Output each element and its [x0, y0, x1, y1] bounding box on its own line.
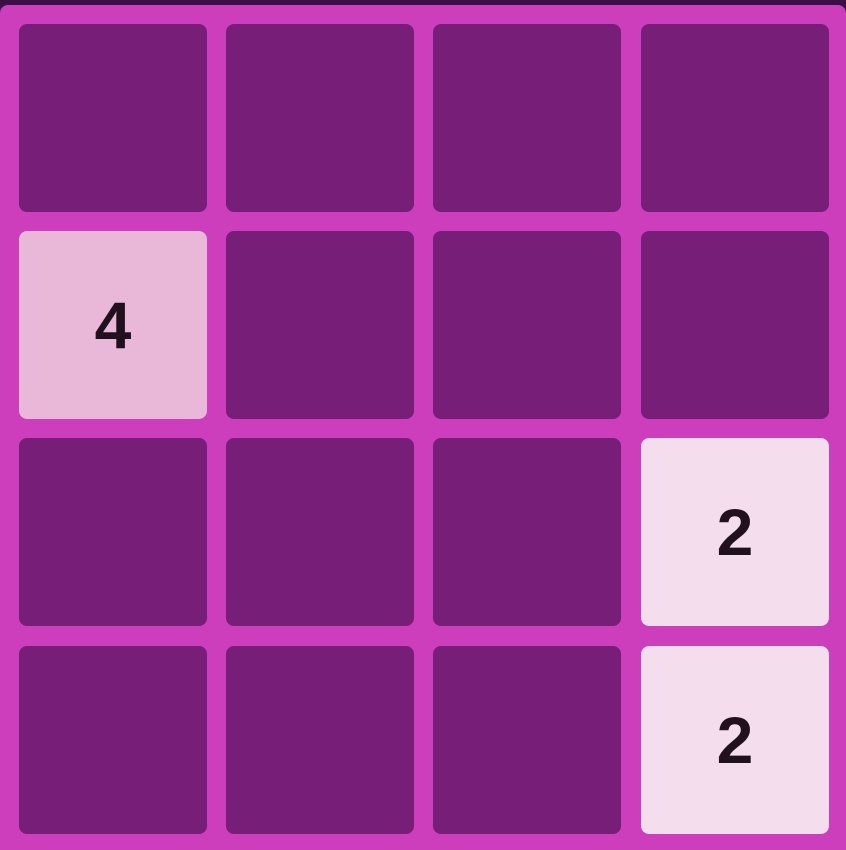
empty-cell — [226, 231, 414, 419]
empty-cell — [641, 231, 829, 419]
empty-cell — [226, 438, 414, 626]
empty-cell — [226, 24, 414, 212]
empty-cell — [433, 24, 621, 212]
empty-cell — [226, 646, 414, 834]
game-board: 4 2 2 — [0, 5, 846, 850]
empty-cell — [433, 646, 621, 834]
tile-2: 2 — [641, 646, 829, 834]
empty-cell — [19, 646, 207, 834]
empty-cell — [433, 231, 621, 419]
tile-2: 2 — [641, 438, 829, 626]
empty-cell — [433, 438, 621, 626]
empty-cell — [19, 438, 207, 626]
empty-cell — [19, 24, 207, 212]
empty-cell — [641, 24, 829, 212]
tile-4: 4 — [19, 231, 207, 419]
